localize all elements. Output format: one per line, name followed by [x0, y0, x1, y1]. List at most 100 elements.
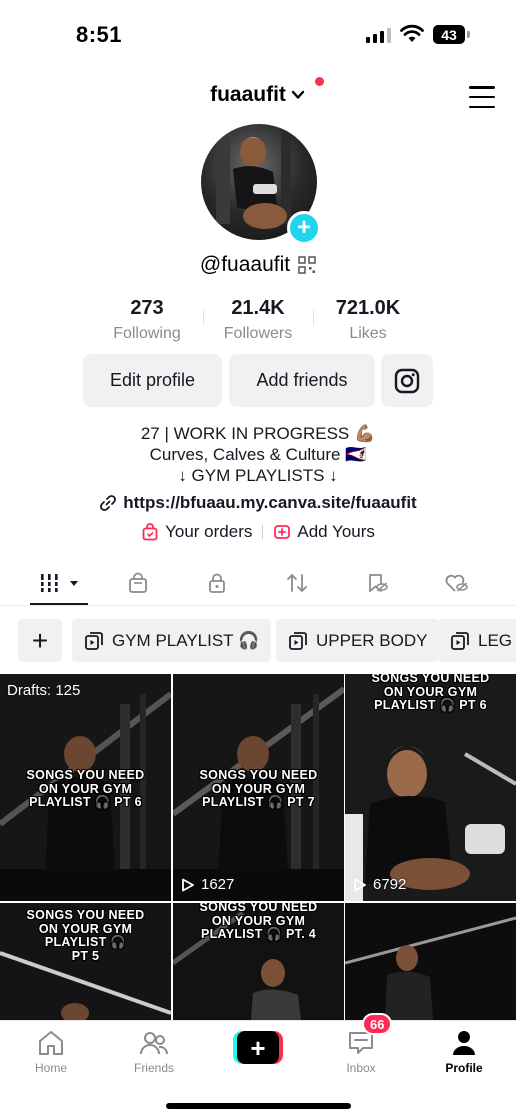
video-caption: SONGS YOU NEED ON YOUR GYM PLAYLIST 🎧 PT… — [199, 768, 318, 809]
plus-icon: + — [237, 1031, 279, 1064]
followers-count: 21.4K — [231, 297, 285, 319]
link-icon — [100, 495, 117, 511]
edit-profile-button[interactable]: Edit profile — [83, 354, 222, 407]
profile-bio: 27 | WORK IN PROGRESS 💪🏽 Curves, Calves … — [0, 423, 516, 486]
tab-reposts[interactable] — [283, 570, 311, 596]
tab-private[interactable] — [203, 570, 231, 596]
bio-line: Curves, Calves & Culture 🇦🇸 — [149, 445, 367, 464]
profile-tabs — [0, 562, 516, 606]
tab-shop[interactable] — [124, 570, 152, 596]
chevron-down-icon — [291, 90, 305, 99]
video-thumbnail[interactable]: SONGS YOU NEED ON YOUR GYM PLAYLIST 🎧 PT… — [0, 903, 171, 1020]
play-icon — [182, 878, 194, 891]
likes-label: Likes — [349, 325, 387, 342]
status-bar: 8:51 43 — [0, 0, 516, 70]
video-thumbnail[interactable] — [345, 903, 516, 1020]
tab-saved[interactable] — [363, 570, 391, 596]
active-tab-indicator — [30, 603, 88, 605]
nav-home[interactable]: Home — [11, 1029, 91, 1075]
playlist-icon — [85, 631, 103, 650]
friends-icon — [140, 1032, 169, 1055]
playlist-name: GYM PLAYLIST 🎧 — [112, 630, 260, 650]
playlist-chip[interactable]: LEG D — [438, 619, 516, 662]
battery-icon: 43 — [433, 25, 465, 44]
bio-line: 27 | WORK IN PROGRESS 💪🏽 — [140, 424, 376, 443]
instagram-button[interactable] — [381, 354, 433, 407]
nav-home-label: Home — [34, 1061, 67, 1075]
video-thumbnail[interactable]: SONGS YOU NEED ON YOUR GYM PLAYLIST 🎧 PT… — [173, 903, 344, 1020]
profile-handle: @fuaaufit — [199, 253, 291, 276]
wifi-icon — [400, 24, 424, 42]
following-label: Following — [113, 325, 181, 342]
your-orders-label: Your orders — [165, 522, 253, 541]
add-friends-button[interactable]: Add friends — [229, 354, 375, 407]
add-yours-label: Add Yours — [297, 522, 375, 541]
home-indicator — [166, 1103, 351, 1109]
nav-profile-label: Profile — [445, 1061, 483, 1075]
view-count: 1627 — [181, 876, 234, 893]
your-orders-link[interactable]: Your orders — [141, 522, 252, 542]
bio-line: ↓ GYM PLAYLISTS ↓ — [178, 466, 338, 485]
cellular-signal-icon — [366, 27, 391, 43]
battery-cap — [467, 31, 470, 38]
videos-grid-icon — [41, 574, 78, 592]
add-yours-icon — [274, 525, 291, 539]
likes-count: 721.0K — [335, 297, 401, 319]
play-icon — [354, 878, 366, 891]
following-count: 273 — [130, 297, 164, 319]
nav-profile[interactable]: Profile — [424, 1029, 504, 1075]
stat-followers[interactable]: 21.4K Followers — [203, 297, 313, 343]
add-yours-link[interactable]: Add Yours — [273, 522, 375, 542]
username-title: fuaaufit — [210, 83, 286, 106]
shopping-bag-icon — [142, 523, 158, 541]
playlist-chips: + GYM PLAYLIST 🎧 UPPER BODY LEG D — [0, 619, 516, 663]
playlist-icon — [289, 631, 307, 650]
liked-hidden-icon — [445, 574, 468, 592]
video-grid: Drafts: 125 SONGS YOU NEED ON YOUR GYM P… — [0, 674, 516, 1020]
stat-following[interactable]: 273 Following — [92, 297, 202, 343]
profile-stats: 273 Following 21.4K Followers 721.0K Lik… — [0, 297, 516, 347]
video-thumbnail-drafts[interactable]: Drafts: 125 SONGS YOU NEED ON YOUR GYM P… — [0, 674, 171, 901]
playlist-name: UPPER BODY — [316, 630, 428, 650]
view-count-text: 6792 — [373, 876, 407, 893]
video-thumbnail[interactable]: SONGS YOU NEED ON YOUR GYM PLAYLIST 🎧 PT… — [345, 674, 516, 901]
playlist-icon — [451, 631, 469, 650]
notification-dot — [315, 77, 324, 86]
tab-liked[interactable] — [443, 570, 471, 596]
tab-videos[interactable] — [36, 570, 84, 596]
shop-bag-icon — [129, 572, 147, 593]
shop-links: Your orders Add Yours — [0, 522, 516, 542]
add-avatar-button[interactable]: + — [287, 211, 321, 245]
clock: 8:51 — [76, 22, 123, 47]
nav-inbox[interactable]: Inbox — [321, 1029, 401, 1075]
bio-link[interactable]: https://bfuaau.my.canva.site/fuaaufit — [0, 493, 516, 513]
account-switcher[interactable]: fuaaufit — [0, 83, 516, 107]
thumbnail-image — [345, 903, 516, 1020]
video-caption: SONGS YOU NEED ON YOUR GYM PLAYLIST 🎧 PT… — [26, 768, 145, 809]
nav-friends[interactable]: Friends — [114, 1029, 194, 1075]
create-button[interactable]: + — [233, 1031, 283, 1064]
instagram-icon — [394, 368, 420, 393]
handle-row: @fuaaufit — [0, 253, 516, 277]
video-caption: SONGS YOU NEED ON YOUR GYM PLAYLIST 🎧 PT… — [26, 908, 145, 963]
view-count: 6792 — [353, 876, 406, 893]
followers-label: Followers — [223, 325, 293, 342]
playlist-name: LEG D — [478, 630, 516, 650]
view-count-text: 1627 — [201, 876, 235, 893]
stat-likes[interactable]: 721.0K Likes — [313, 297, 423, 343]
video-caption: SONGS YOU NEED ON YOUR GYM PLAYLIST 🎧 PT… — [199, 903, 318, 941]
playlist-chip[interactable]: UPPER BODY — [276, 619, 440, 662]
lock-icon — [209, 573, 225, 593]
video-caption: SONGS YOU NEED ON YOUR GYM PLAYLIST 🎧 PT… — [371, 674, 490, 712]
hamburger-menu-icon[interactable] — [469, 86, 495, 108]
add-playlist-button[interactable]: + — [18, 619, 62, 662]
playlist-chip[interactable]: GYM PLAYLIST 🎧 — [72, 619, 272, 662]
home-icon — [39, 1031, 63, 1055]
qr-code-icon[interactable] — [298, 256, 316, 274]
separator — [262, 525, 264, 539]
bio-link-text: https://bfuaau.my.canva.site/fuaaufit — [123, 493, 417, 512]
video-thumbnail[interactable]: SONGS YOU NEED ON YOUR GYM PLAYLIST 🎧 PT… — [173, 674, 344, 901]
repost-icon — [287, 574, 307, 592]
inbox-badge: 66 — [362, 1013, 393, 1035]
bookmark-hidden-icon — [369, 574, 388, 592]
